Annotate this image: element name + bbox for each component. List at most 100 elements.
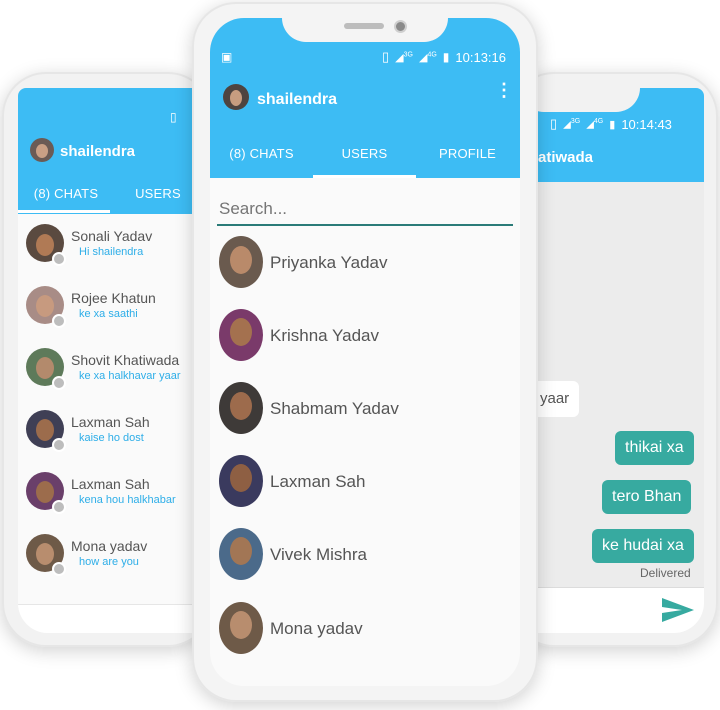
sent-message: tero Bhan (612, 488, 682, 505)
tab-profile[interactable]: PROFILE (416, 146, 519, 161)
left-tab-chats-label: (8) CHATS (33, 186, 99, 201)
tab-profile-label: PROFILE (438, 146, 497, 161)
chat-preview: kaise ho dost (79, 432, 144, 444)
user-avatar (219, 528, 263, 580)
user-avatar (219, 602, 263, 654)
center-status-bar: ▯ ◢3G ◢4G ▮ 10:13:16 (382, 49, 506, 65)
signal-3g-icon: ◢3G (395, 50, 413, 64)
sent-bubble: ke hudai xa (592, 529, 694, 563)
delivered-status: Delivered (640, 566, 691, 580)
tab-chats[interactable]: (8) CHATS (210, 146, 313, 161)
presence-dot (52, 314, 66, 328)
left-tab-users[interactable]: USERS (114, 186, 202, 201)
left-tab-users-label: USERS (135, 186, 181, 201)
right-phone-screen: ▯ ◢3G ◢4G ▮ 10:14:43 atiwada yaar thikai… (510, 88, 704, 633)
vibrate-icon: ▯ (170, 110, 177, 124)
user-name: Krishna Yadav (270, 326, 379, 345)
battery-icon: ▮ (442, 50, 450, 64)
chat-preview: how are you (79, 556, 139, 568)
right-chat-title: atiwada (538, 149, 594, 166)
center-phone-screen: ▣ ▯ ◢3G ◢4G ▮ 10:13:16 shailendra ⋮ (8) … (210, 18, 520, 686)
right-appbar: ▯ ◢3G ◢4G ▮ 10:14:43 atiwada (510, 88, 704, 182)
presence-dot (52, 500, 66, 514)
image-notification-icon: ▣ (221, 50, 233, 64)
user-name: Priyanka Yadav (270, 253, 388, 272)
list-item[interactable]: Laxman Sah kena hou halkhabar (18, 472, 214, 522)
chat-preview: ke xa saathi (79, 308, 138, 320)
chat-preview: kena hou halkhabar (79, 494, 176, 506)
chat-name: Rojee Khatun (71, 290, 156, 306)
list-item[interactable]: Krishna Yadav (210, 309, 520, 369)
chat-name: Shovit Khatiwada (71, 352, 180, 368)
center-phone: ▣ ▯ ◢3G ◢4G ▮ 10:13:16 shailendra ⋮ (8) … (192, 2, 538, 702)
list-item[interactable]: Shabmam Yadav (210, 382, 520, 442)
list-item[interactable]: Sonali Yadav Hi shailendra (18, 224, 214, 274)
center-phone-camera (394, 20, 407, 33)
chat-preview: Hi shailendra (79, 246, 144, 258)
left-phone: ▯ shailendra (8) CHATS USERS Sonali Yada… (2, 72, 214, 647)
chat-name: Mona yadav (71, 538, 148, 554)
search-input[interactable] (217, 194, 513, 226)
user-name: Mona yadav (270, 619, 363, 638)
user-name: Vivek Mishra (270, 545, 367, 564)
right-status-bar: ▯ ◢3G ◢4G ▮ 10:14:43 (550, 116, 672, 132)
received-message: yaar (540, 390, 570, 407)
center-username: shailendra (257, 91, 338, 108)
user-avatar (219, 382, 263, 434)
list-item[interactable]: Mona yadav (210, 602, 520, 662)
center-appbar: ▣ ▯ ◢3G ◢4G ▮ 10:13:16 shailendra ⋮ (8) … (210, 18, 520, 178)
left-bottom-bar (18, 604, 214, 633)
tab-chats-label: (8) CHATS (229, 146, 294, 161)
battery-icon: ▮ (609, 118, 616, 131)
chat-name: Laxman Sah (71, 414, 150, 430)
signal-3g-icon: ◢3G (563, 117, 581, 131)
left-user-avatar[interactable] (30, 138, 54, 162)
list-item[interactable]: Rojee Khatun ke xa saathi (18, 286, 214, 336)
presence-dot (52, 562, 66, 576)
sent-bubble: tero Bhan (602, 480, 692, 514)
presence-dot (52, 376, 66, 390)
chat-preview: ke xa halkhavar yaar (79, 370, 181, 382)
list-item[interactable]: Laxman Sah (210, 455, 520, 515)
signal-4g-icon: ◢4G (418, 50, 437, 64)
list-item[interactable]: Mona yadav how are you (18, 534, 214, 584)
left-phone-screen: ▯ shailendra (8) CHATS USERS Sonali Yada… (18, 88, 214, 633)
center-notch (282, 18, 448, 42)
center-phone-speaker (344, 23, 384, 29)
right-notch (520, 88, 640, 112)
left-tab-indicator (18, 210, 110, 213)
tab-indicator (313, 175, 416, 178)
user-name: Laxman Sah (270, 472, 366, 491)
left-chat-list: Sonali Yadav Hi shailendra Rojee Khatun … (18, 214, 214, 604)
right-clock: 10:14:43 (621, 116, 672, 132)
left-appbar: ▯ shailendra (8) CHATS USERS (18, 88, 214, 214)
left-tab-chats[interactable]: (8) CHATS (18, 186, 114, 201)
list-item[interactable]: Vivek Mishra (210, 528, 520, 588)
left-username: shailendra (60, 143, 136, 160)
user-avatar (219, 236, 263, 288)
tab-users-label: USERS (341, 146, 388, 161)
center-clock: 10:13:16 (455, 49, 506, 65)
user-avatar (219, 455, 263, 507)
vibrate-icon: ▯ (550, 116, 558, 131)
list-item[interactable]: Laxman Sah kaise ho dost (18, 410, 214, 460)
vibrate-icon: ▯ (382, 49, 390, 64)
sent-message: ke hudai xa (602, 537, 684, 554)
signal-4g-icon: ◢4G (586, 117, 604, 131)
center-user-avatar[interactable] (223, 84, 249, 110)
tab-users[interactable]: USERS (313, 146, 416, 161)
presence-dot (52, 438, 66, 452)
message-input-bar[interactable] (510, 587, 704, 633)
send-icon[interactable] (660, 596, 696, 624)
presence-dot (52, 252, 66, 266)
user-avatar (219, 309, 263, 361)
chat-name: Laxman Sah (71, 476, 150, 492)
overflow-menu-icon[interactable]: ⋮ (495, 81, 513, 99)
chat-name: Sonali Yadav (71, 228, 153, 244)
list-item[interactable]: Priyanka Yadav (210, 236, 520, 296)
user-name: Shabmam Yadav (270, 399, 399, 418)
right-phone: ▯ ◢3G ◢4G ▮ 10:14:43 atiwada yaar thikai… (510, 72, 718, 647)
list-item[interactable]: Shovit Khatiwada ke xa halkhavar yaar (18, 348, 214, 398)
sent-bubble: thikai xa (615, 431, 694, 465)
sent-message: thikai xa (625, 439, 684, 456)
